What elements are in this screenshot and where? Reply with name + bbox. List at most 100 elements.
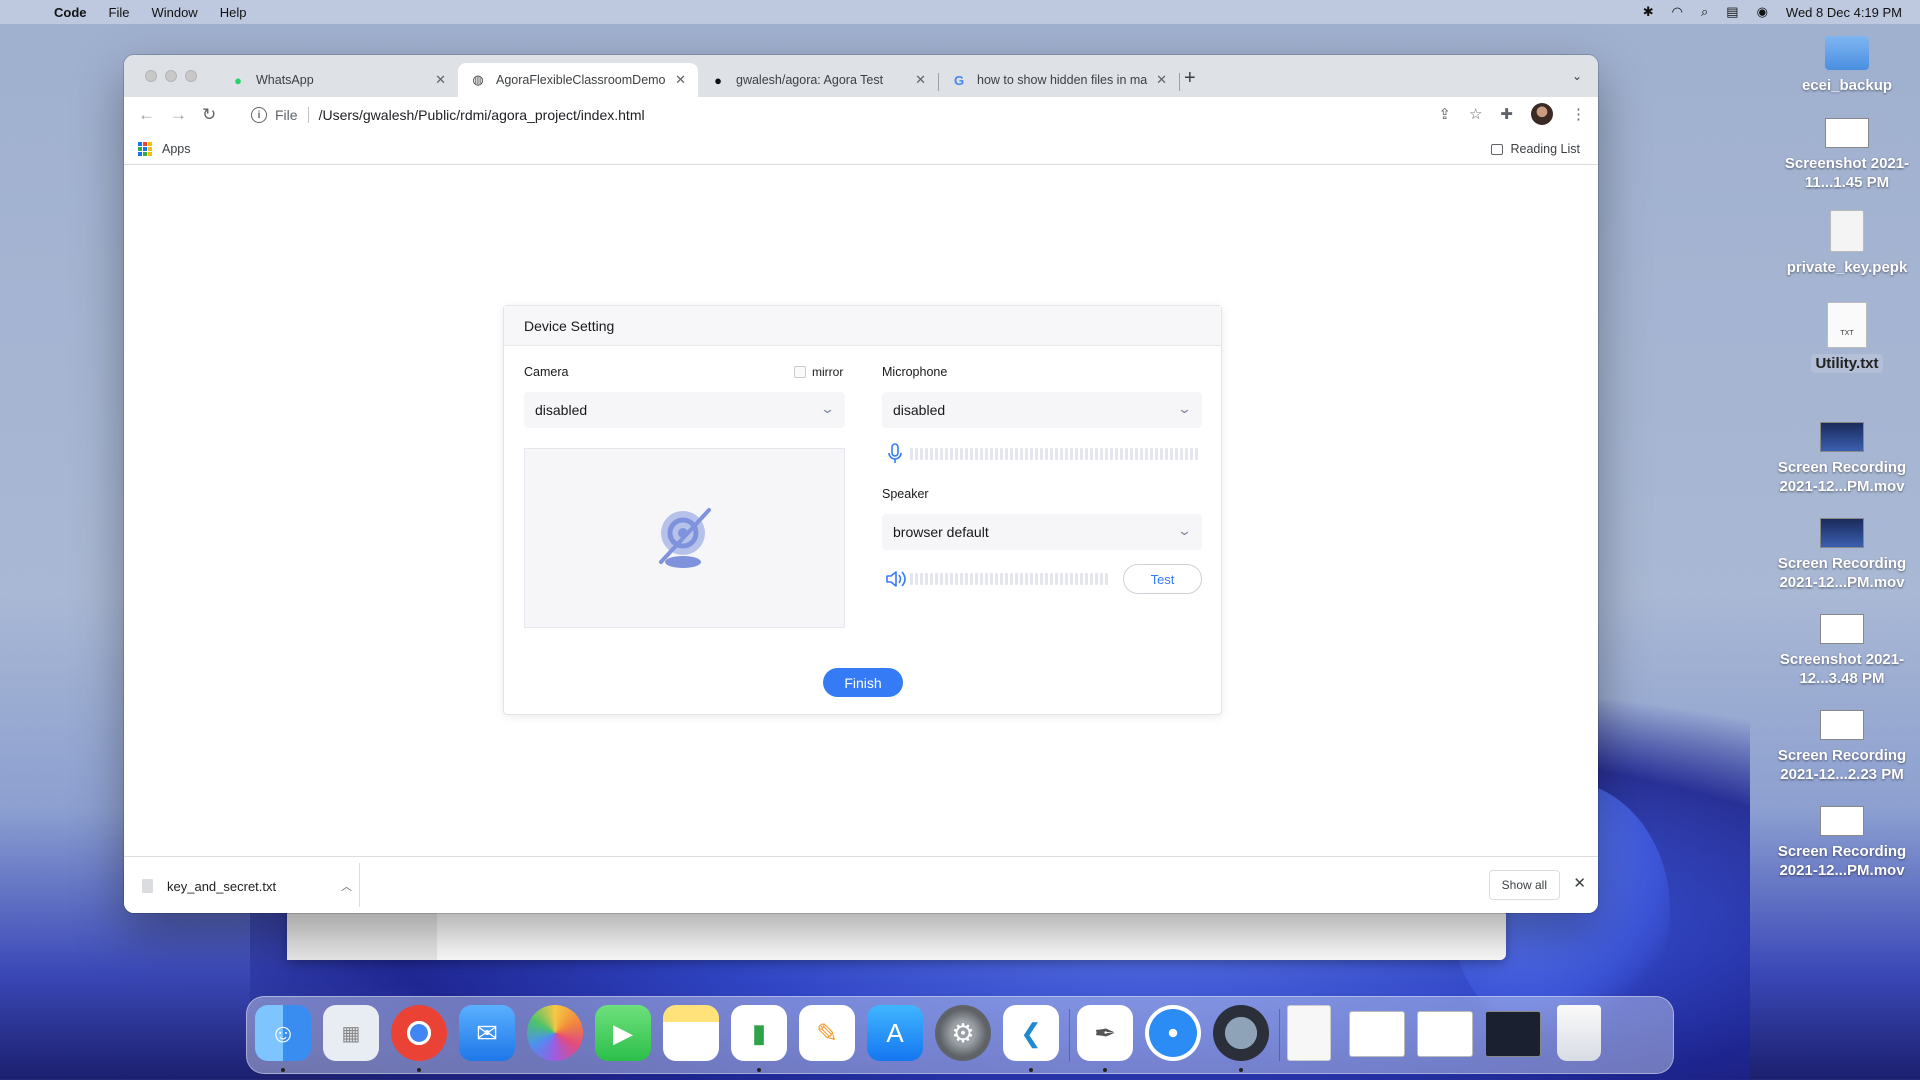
- apps-bookmark[interactable]: Apps: [162, 142, 191, 156]
- speaker-select[interactable]: browser default ⌄: [882, 514, 1202, 550]
- desktop-icon-folder[interactable]: ecei_backup: [1772, 36, 1920, 95]
- siri-icon[interactable]: ◉: [1757, 4, 1768, 20]
- tab-github[interactable]: ● gwalesh/agora: Agora Test ✕: [698, 63, 938, 97]
- desktop-icon-text-file[interactable]: TXT Utility.txt: [1772, 302, 1920, 373]
- window-thumb-icon[interactable]: [1485, 1011, 1541, 1057]
- photos-icon[interactable]: [527, 1005, 583, 1061]
- tab-agora-demo[interactable]: ◍ AgoraFlexibleClassroomDemo ✕: [458, 63, 698, 97]
- desktop-icon-recording[interactable]: Screen Recording 2021-12...PM.mov: [1767, 518, 1917, 592]
- desktop-icon-file[interactable]: private_key.pepk: [1772, 210, 1920, 277]
- reading-list-button[interactable]: Reading List: [1490, 142, 1580, 156]
- camera-label: Camera: [524, 365, 569, 379]
- apps-grid-icon[interactable]: [138, 142, 152, 156]
- meter-segment: [1025, 573, 1028, 585]
- safari-icon[interactable]: [1145, 1005, 1201, 1061]
- meter-segment: [970, 448, 973, 460]
- facetime-icon[interactable]: ▶: [595, 1005, 651, 1061]
- meter-segment: [1190, 448, 1193, 460]
- mail-icon[interactable]: ✉: [459, 1005, 515, 1061]
- meter-segment: [985, 573, 988, 585]
- close-download-shelf-icon[interactable]: ✕: [1573, 874, 1586, 892]
- desktop-icon-recording[interactable]: Screen Recording 2021-12...PM.mov: [1767, 806, 1917, 880]
- url-divider: [307, 107, 309, 123]
- minimize-window-button[interactable]: [165, 70, 177, 82]
- bookmark-star-icon[interactable]: ☆: [1469, 105, 1482, 123]
- menu-file[interactable]: File: [109, 5, 130, 20]
- close-tab-icon[interactable]: ✕: [675, 72, 686, 88]
- forward-arrow-icon[interactable]: →: [170, 105, 187, 125]
- document-icon[interactable]: [1287, 1005, 1331, 1061]
- meter-segment: [1120, 448, 1123, 460]
- meter-segment: [995, 573, 998, 585]
- camera-disabled-icon: [658, 508, 711, 568]
- desktop-icon-screenshot[interactable]: Screenshot 2021-11...1.45 PM: [1772, 118, 1920, 192]
- spotlight-search-icon[interactable]: ⌕: [1701, 4, 1708, 20]
- finish-button[interactable]: Finish: [823, 668, 903, 697]
- microphone-select[interactable]: disabled ⌄: [882, 392, 1202, 428]
- meter-segment: [1105, 573, 1108, 585]
- desktop-icon-recording[interactable]: Screen Recording 2021-12...PM.mov: [1767, 422, 1917, 496]
- chrome-icon[interactable]: [391, 1005, 447, 1061]
- url-text[interactable]: /Users/gwalesh/Public/rdmi/agora_project…: [319, 107, 645, 123]
- app-store-icon[interactable]: A: [867, 1005, 923, 1061]
- vscode-icon[interactable]: ❮: [1003, 1005, 1059, 1061]
- control-center-icon[interactable]: ▤: [1726, 4, 1738, 20]
- meter-segment: [1075, 573, 1078, 585]
- trash-icon[interactable]: [1557, 1005, 1601, 1061]
- launchpad-icon[interactable]: ▦: [323, 1005, 379, 1061]
- numbers-icon[interactable]: ▮: [731, 1005, 787, 1061]
- meter-segment: [1155, 448, 1158, 460]
- pages-icon[interactable]: ✎: [799, 1005, 855, 1061]
- meter-segment: [970, 573, 973, 585]
- share-icon[interactable]: ⇪: [1438, 105, 1451, 123]
- show-all-downloads-button[interactable]: Show all: [1488, 870, 1560, 900]
- mirror-checkbox[interactable]: [794, 366, 806, 378]
- meter-segment: [1150, 448, 1153, 460]
- menu-app-name[interactable]: Code: [54, 5, 87, 20]
- url-scheme: File: [275, 107, 298, 123]
- desktop-icon-label: Screen Recording 2021-12...2.23 PM: [1777, 747, 1907, 783]
- desktop-icon-label: Screen Recording 2021-12...PM.mov: [1777, 843, 1907, 879]
- desktop-icon-label: Screen Recording 2021-12...PM.mov: [1777, 459, 1907, 495]
- site-info-icon[interactable]: i: [251, 107, 267, 123]
- menu-help[interactable]: Help: [220, 5, 247, 20]
- chevron-up-icon[interactable]: ︿: [341, 878, 352, 894]
- close-tab-icon[interactable]: ✕: [1156, 72, 1167, 88]
- zoom-window-button[interactable]: [185, 70, 197, 82]
- menu-window[interactable]: Window: [151, 5, 197, 20]
- new-tab-button[interactable]: +: [1184, 67, 1196, 90]
- quicktime-icon[interactable]: [1213, 1005, 1269, 1061]
- address-bar[interactable]: i File /Users/gwalesh/Public/rdmi/agora_…: [233, 101, 1413, 129]
- window-thumb-icon[interactable]: [1349, 1011, 1405, 1057]
- system-preferences-icon[interactable]: ⚙: [935, 1005, 991, 1061]
- desktop-icon-screenshot[interactable]: Screenshot 2021-12...3.48 PM: [1767, 614, 1917, 688]
- meter-segment: [1095, 573, 1098, 585]
- desktop-icon-recording[interactable]: Screen Recording 2021-12...2.23 PM: [1767, 710, 1917, 784]
- notes-icon[interactable]: [663, 1005, 719, 1061]
- reload-icon[interactable]: ↻: [202, 105, 216, 125]
- extensions-puzzle-icon[interactable]: ✚: [1500, 105, 1513, 123]
- download-shelf: key_and_secret.txt ︿ Show all ✕: [124, 856, 1598, 913]
- tab-whatsapp[interactable]: ● WhatsApp ✕: [218, 63, 458, 97]
- finder-icon[interactable]: ☺: [255, 1005, 311, 1061]
- wifi-icon[interactable]: ◠: [1672, 4, 1683, 20]
- download-item[interactable]: key_and_secret.txt ︿: [142, 871, 352, 901]
- mirror-toggle[interactable]: mirror: [794, 365, 843, 379]
- window-thumb-icon[interactable]: [1417, 1011, 1473, 1057]
- tab-google-search[interactable]: G how to show hidden files in ma ✕: [939, 63, 1179, 97]
- close-window-button[interactable]: [145, 70, 157, 82]
- test-speaker-button[interactable]: Test: [1123, 564, 1202, 594]
- meter-segment: [1000, 573, 1003, 585]
- back-arrow-icon[interactable]: ←: [138, 105, 155, 125]
- more-menu-icon[interactable]: ⋮: [1571, 105, 1586, 123]
- close-tab-icon[interactable]: ✕: [915, 72, 926, 88]
- dock: ☺ ▦ ✉ ▶ ▮ ✎ A ⚙ ❮ ✒: [246, 996, 1674, 1074]
- profile-avatar[interactable]: [1531, 103, 1553, 125]
- speaker-icon: [886, 571, 906, 587]
- close-tab-icon[interactable]: ✕: [435, 72, 446, 88]
- tab-search-chevron-icon[interactable]: ⌄: [1572, 69, 1582, 83]
- menubar-clock[interactable]: Wed 8 Dec 4:19 PM: [1786, 5, 1902, 20]
- textedit-icon[interactable]: ✒: [1077, 1005, 1133, 1061]
- bluetooth-icon[interactable]: ✱: [1643, 4, 1654, 20]
- camera-select[interactable]: disabled ⌄: [524, 392, 845, 428]
